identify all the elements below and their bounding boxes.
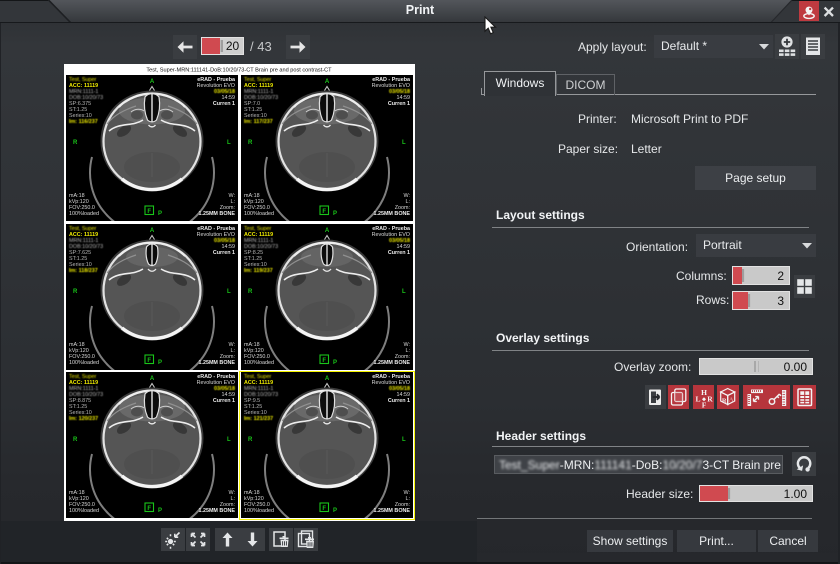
svg-text:1.25MM BONE: 1.25MM BONE	[198, 508, 235, 514]
svg-text:Im: 118/237: Im: 118/237	[69, 268, 98, 274]
svg-text:100%loaded: 100%loaded	[69, 508, 99, 514]
svg-text:P: P	[158, 211, 162, 217]
svg-text:L: L	[695, 395, 700, 404]
svg-text:100%loaded: 100%loaded	[69, 360, 99, 366]
svg-text:L: L	[227, 289, 231, 295]
svg-text:P: P	[333, 360, 337, 366]
svg-text:F: F	[147, 506, 151, 512]
svg-text:1.25MM BONE: 1.25MM BONE	[198, 360, 235, 366]
svg-text:A: A	[150, 79, 155, 85]
svg-text:1.25MM BONE: 1.25MM BONE	[373, 360, 410, 366]
svg-text:A: A	[150, 228, 155, 234]
svg-text:1.25MM BONE: 1.25MM BONE	[198, 211, 235, 217]
svg-text:Curren 1: Curren 1	[213, 101, 235, 107]
svg-text:Test, Super-MRN:111141-DoB:10/: Test, Super-MRN:111141-DoB:10/20/73-CT B…	[146, 68, 332, 74]
svg-text:A: A	[150, 376, 155, 382]
svg-text:F: F	[147, 209, 151, 215]
svg-text:Im: 117/237: Im: 117/237	[244, 119, 273, 125]
svg-text:100%loaded: 100%loaded	[69, 211, 99, 217]
svg-text:H: H	[701, 388, 707, 397]
svg-text:Im: 120/237: Im: 120/237	[69, 416, 98, 422]
svg-text:Im: 119/237: Im: 119/237	[244, 268, 273, 274]
svg-text:F: F	[701, 401, 706, 410]
svg-text:Curren 1: Curren 1	[213, 398, 235, 404]
svg-text:P: P	[158, 508, 162, 514]
svg-text:P: P	[333, 211, 337, 217]
svg-text:Im: 116/237: Im: 116/237	[69, 119, 98, 125]
svg-text:L: L	[227, 437, 231, 443]
svg-text:F: F	[322, 358, 326, 364]
svg-text:100%loaded: 100%loaded	[244, 211, 274, 217]
svg-text:R: R	[707, 395, 713, 404]
svg-text:A: A	[324, 228, 329, 234]
svg-text:R: R	[722, 398, 727, 405]
svg-text:1.25MM BONE: 1.25MM BONE	[373, 211, 410, 217]
svg-text:A: A	[324, 79, 329, 85]
svg-text:F: F	[147, 358, 151, 364]
svg-text:R: R	[73, 140, 78, 146]
svg-text:Curren 1: Curren 1	[213, 250, 235, 256]
svg-text:R: R	[248, 140, 253, 146]
svg-text:A: A	[729, 397, 734, 404]
svg-text:R: R	[73, 289, 78, 295]
svg-text:Curren 1: Curren 1	[387, 101, 409, 107]
svg-text:P: P	[158, 360, 162, 366]
svg-text:L: L	[227, 140, 231, 146]
svg-text:R: R	[73, 437, 78, 443]
svg-text:F: F	[322, 209, 326, 215]
svg-text:Curren 1: Curren 1	[387, 250, 409, 256]
svg-text:L: L	[402, 289, 406, 295]
svg-text:R: R	[248, 289, 253, 295]
svg-text:100%loaded: 100%loaded	[244, 360, 274, 366]
svg-text:L: L	[402, 140, 406, 146]
